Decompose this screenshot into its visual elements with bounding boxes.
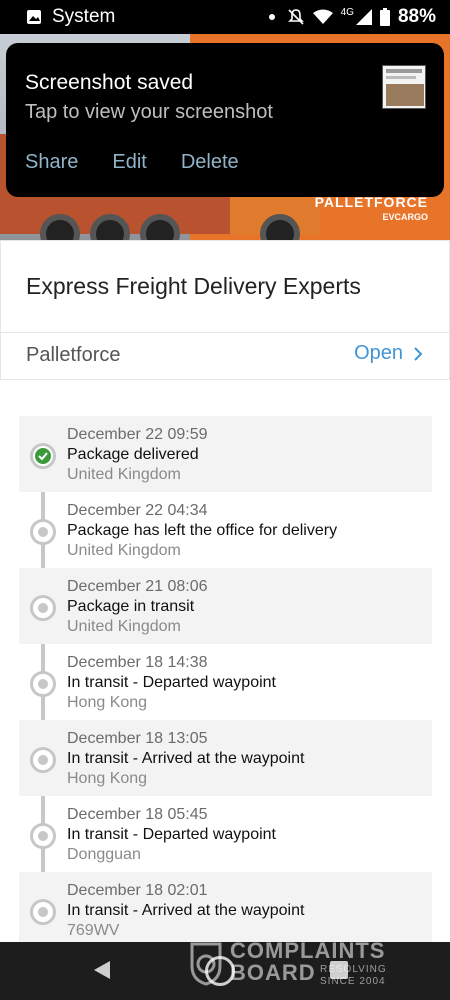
timeline-dot-icon — [30, 595, 56, 621]
timeline-dot-icon — [30, 671, 56, 697]
carrier-card: Express Freight Delivery Experts Palletf… — [0, 240, 450, 380]
event-date: December 18 14:38 — [67, 654, 208, 671]
wifi-icon — [312, 9, 333, 24]
carrier-headline: Express Freight Delivery Experts — [26, 273, 361, 299]
event-status: In transit - Departed waypoint — [67, 674, 276, 691]
delivered-check-icon — [30, 443, 56, 469]
home-button[interactable] — [205, 956, 235, 986]
event-date: December 22 04:34 — [67, 502, 208, 519]
event-status: In transit - Arrived at the waypoint — [67, 750, 305, 767]
mute-bell-icon — [287, 9, 304, 25]
screenshot-notification[interactable]: Screenshot saved Tap to view your screen… — [6, 43, 444, 197]
open-carrier-button[interactable]: Open — [354, 342, 423, 365]
screenshot-thumbnail[interactable] — [382, 65, 426, 109]
carrier-name: Palletforce — [26, 344, 121, 366]
battery-percent: 88% — [397, 6, 436, 27]
timeline-event: December 18 02:01 In transit - Arrived a… — [19, 872, 432, 942]
notification-subtitle: Tap to view your screenshot — [25, 101, 273, 123]
notification-actions: Share Edit Delete — [25, 151, 239, 174]
timeline-dot-icon — [30, 823, 56, 849]
tracking-timeline: December 22 09:59 Package delivered Unit… — [19, 416, 432, 942]
system-nav-bar — [0, 942, 450, 1000]
event-location: United Kingdom — [67, 466, 181, 483]
network-type: 4G — [340, 6, 354, 18]
event-location: Hong Kong — [67, 694, 148, 711]
event-date: December 18 02:01 — [67, 882, 208, 899]
back-icon[interactable] — [92, 960, 112, 980]
event-status: Package delivered — [67, 446, 199, 463]
event-status: In transit - Departed waypoint — [67, 826, 276, 843]
event-date: December 18 13:05 — [67, 730, 208, 747]
battery-icon — [379, 8, 390, 26]
chevron-right-icon — [414, 346, 423, 361]
event-location: 769WV — [67, 922, 120, 939]
event-location: Hong Kong — [67, 770, 148, 787]
timeline-event: December 18 14:38 In transit - Departed … — [19, 644, 432, 720]
event-location: Dongguan — [67, 846, 141, 863]
event-date: December 21 08:06 — [67, 578, 208, 595]
delete-button[interactable]: Delete — [181, 151, 239, 174]
event-location: United Kingdom — [67, 542, 181, 559]
recents-button[interactable] — [330, 961, 348, 979]
timeline-event: December 22 09:59 Package delivered Unit… — [19, 416, 432, 492]
banner-logo-sub: EVCARGO — [382, 212, 428, 222]
open-label: Open — [354, 342, 403, 364]
status-icons: 4G 88% — [268, 6, 436, 28]
timeline-event: December 18 05:45 In transit - Departed … — [19, 796, 432, 872]
event-date: December 22 09:59 — [67, 426, 208, 443]
event-date: December 18 05:45 — [67, 806, 208, 823]
signal-icon — [355, 9, 372, 25]
timeline-event: December 21 08:06 Package in transit Uni… — [19, 568, 432, 644]
timeline-dot-icon — [30, 747, 56, 773]
card-divider — [1, 332, 449, 333]
timeline-dot-icon — [30, 899, 56, 925]
event-location: United Kingdom — [67, 618, 181, 635]
share-button[interactable]: Share — [25, 151, 78, 174]
edit-button[interactable]: Edit — [112, 151, 146, 174]
gallery-icon — [27, 10, 41, 24]
status-bar: System 4G 88% — [0, 0, 450, 34]
event-status: Package has left the office for delivery — [67, 522, 338, 539]
timeline-event: December 22 04:34 Package has left the o… — [19, 492, 432, 568]
timeline-event: December 18 13:05 In transit - Arrived a… — [19, 720, 432, 796]
notification-title: Screenshot saved — [25, 71, 194, 94]
event-status: In transit - Arrived at the waypoint — [67, 902, 305, 919]
notification-dot-icon — [268, 14, 275, 20]
event-status: Package in transit — [67, 598, 195, 615]
timeline-dot-icon — [30, 519, 56, 545]
status-app-label: System — [52, 6, 116, 27]
